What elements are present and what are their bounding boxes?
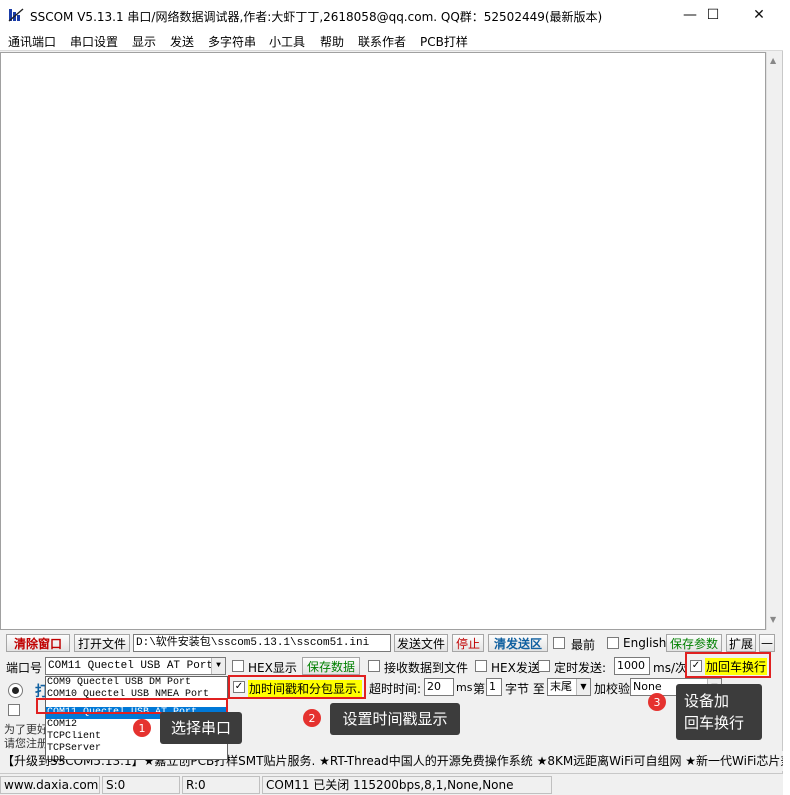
- byte-end-select[interactable]: 末尾 ▼: [547, 678, 591, 696]
- port-status-indicator: [8, 683, 23, 698]
- port-option[interactable]: COM9 Quectel USB DM Port: [46, 677, 227, 689]
- byte-index-input[interactable]: 1: [486, 678, 502, 696]
- hex-display-checkbox[interactable]: [232, 660, 244, 672]
- hex-send-label: HEX发送: [491, 661, 540, 675]
- checksum-label: 加校验: [594, 682, 631, 696]
- interval-unit: ms/次: [653, 661, 687, 675]
- callout-badge-3: 3: [648, 693, 666, 711]
- status-bar: www.daxia.com S:0 R:0 COM11 已关闭 115200bp…: [0, 773, 783, 795]
- port-select[interactable]: COM11 Quectel USB AT Port ▼: [45, 657, 226, 675]
- topmost-checkbox[interactable]: [553, 637, 565, 649]
- checksum-value: None: [633, 680, 662, 693]
- interval-input[interactable]: 1000: [614, 657, 650, 675]
- add-crlf-label: 加回车换行: [705, 658, 768, 675]
- scroll-up-icon[interactable]: ▲: [770, 56, 776, 65]
- timeout-input[interactable]: 20: [424, 678, 454, 696]
- menu-pcb-proofing[interactable]: PCB打样: [420, 33, 468, 50]
- menu-contact-author[interactable]: 联系作者: [358, 33, 406, 50]
- byte-suffix: 字节 至: [505, 682, 545, 696]
- clear-window-button[interactable]: 清除窗口: [6, 634, 70, 652]
- recv-to-file-label: 接收数据到文件: [384, 661, 469, 675]
- port-option[interactable]: COM10 Quectel USB NMEA Port: [46, 689, 227, 701]
- port-option[interactable]: UDP: [46, 755, 227, 767]
- callout-badge-1: 1: [133, 719, 151, 737]
- maximize-button[interactable]: ☐: [690, 0, 736, 30]
- byte-prefix: 第: [473, 682, 486, 696]
- stop-button[interactable]: 停止: [452, 634, 484, 652]
- receive-scrollbar[interactable]: ▲ ▼: [766, 52, 782, 630]
- sscom-window: SSCOM V5.13.1 串口/网络数据调试器,作者:大虾丁丁,2618058…: [0, 0, 783, 795]
- topmost-label: 最前: [571, 638, 596, 652]
- recv-to-file-checkbox[interactable]: [368, 660, 380, 672]
- hex-send-checkbox[interactable]: [475, 660, 487, 672]
- status-received-count: R:0: [182, 776, 260, 794]
- title-bar[interactable]: SSCOM V5.13.1 串口/网络数据调试器,作者:大虾丁丁,2618058…: [0, 0, 783, 30]
- side-checkbox[interactable]: [8, 704, 20, 716]
- port-option[interactable]: TCPServer: [46, 743, 227, 755]
- collapse-button[interactable]: —: [759, 634, 775, 652]
- status-port-state: COM11 已关闭 115200bps,8,1,None,None: [262, 776, 552, 794]
- window-title: SSCOM V5.13.1 串口/网络数据调试器,作者:大虾丁丁,2618058…: [30, 10, 603, 24]
- close-icon: ✕: [753, 7, 765, 23]
- send-file-button[interactable]: 发送文件: [394, 634, 448, 652]
- receive-text-area[interactable]: [0, 52, 766, 630]
- port-select-value: COM11 Quectel USB AT Port: [48, 660, 214, 672]
- chevron-down-icon[interactable]: ▼: [576, 679, 590, 695]
- callout-timestamp: 设置时间戳显示: [330, 703, 460, 735]
- save-data-button[interactable]: 保存数据: [302, 657, 360, 675]
- app-logo-icon: [8, 8, 24, 22]
- menu-help[interactable]: 帮助: [320, 33, 344, 50]
- menu-send[interactable]: 发送: [170, 33, 194, 50]
- chevron-down-icon[interactable]: ▼: [211, 658, 225, 674]
- timestamp-label: 加时间戳和分包显示.: [248, 680, 362, 697]
- open-file-button[interactable]: 打开文件: [74, 634, 130, 652]
- callout-badge-2: 2: [303, 709, 321, 727]
- add-crlf-checkbox[interactable]: ✓: [690, 660, 702, 672]
- expand-button[interactable]: 扩展: [726, 634, 756, 652]
- save-params-button[interactable]: 保存参数: [666, 634, 722, 652]
- menu-display[interactable]: 显示: [132, 33, 156, 50]
- menu-serial-settings[interactable]: 串口设置: [70, 33, 118, 50]
- menu-tools[interactable]: 小工具: [269, 33, 305, 50]
- timed-send-checkbox[interactable]: [538, 660, 550, 672]
- maximize-icon: ☐: [706, 7, 720, 23]
- menu-bar: 通讯端口 串口设置 显示 发送 多字符串 小工具 帮助 联系作者 PCB打样: [0, 30, 783, 51]
- english-checkbox[interactable]: [607, 637, 619, 649]
- menu-multi-string[interactable]: 多字符串: [208, 33, 256, 50]
- status-sent-count: S:0: [102, 776, 180, 794]
- timeout-unit: ms: [456, 681, 473, 694]
- byte-end-value: 末尾: [550, 680, 572, 693]
- callout-add-crlf: 设备加 回车换行: [676, 684, 762, 740]
- timed-send-label: 定时发送:: [554, 661, 607, 675]
- callout-select-port: 选择串口: [160, 712, 242, 744]
- timestamp-checkbox[interactable]: ✓: [233, 681, 245, 693]
- port-label: 端口号: [6, 661, 43, 675]
- status-website[interactable]: www.daxia.com: [0, 776, 100, 794]
- timeout-label: 超时时间:: [369, 682, 422, 696]
- english-label: English: [623, 636, 667, 650]
- hex-display-label: HEX显示: [248, 661, 297, 675]
- close-button[interactable]: ✕: [736, 0, 782, 30]
- scroll-down-icon[interactable]: ▼: [770, 615, 776, 624]
- file-path-field[interactable]: D:\软件安装包\sscom5.13.1\sscom51.ini: [133, 634, 391, 652]
- menu-comm-port[interactable]: 通讯端口: [8, 33, 56, 50]
- side-text-line2: 请您注册: [4, 737, 48, 750]
- clear-send-button[interactable]: 清发送区: [488, 634, 548, 652]
